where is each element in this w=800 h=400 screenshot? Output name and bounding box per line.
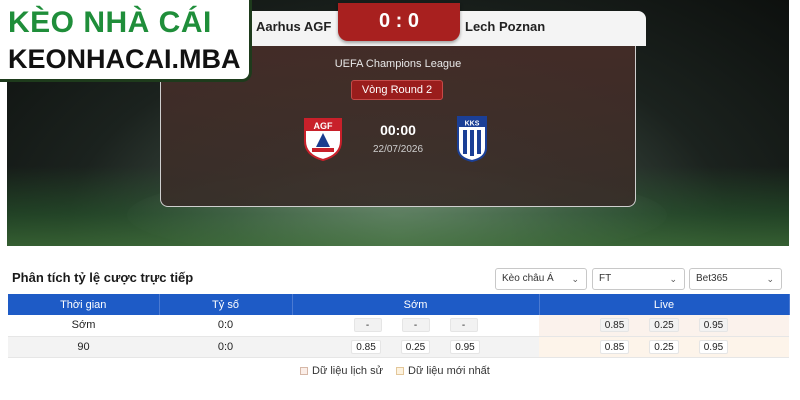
odds-type-select[interactable]: Kèo châu Á ⌄ [495,268,587,290]
row-score: 0:0 [159,336,292,358]
odds-value: 0.85 [351,339,381,354]
legend-latest: Dữ liệu mới nhất [396,365,490,377]
away-team-name[interactable]: Lech Poznan [465,19,585,34]
row-live-odds: 0.85 0.25 0.95 [539,315,789,337]
away-team-logo[interactable]: KKS [456,114,488,162]
match-date: 22/07/2026 [372,144,424,155]
bookmaker-select[interactable]: Bet365 ⌄ [689,268,782,290]
brand-title: KÈO NHÀ CÁI [8,6,212,39]
column-header-early: Sớm [292,294,540,315]
brand-domain: KEONHACAI.MBA [8,44,241,74]
page: Aarhus AGF 0 : 0 Lech Poznan UEFA Champi… [0,0,800,400]
home-team-name[interactable]: Aarhus AGF [256,19,336,34]
odds-value: - [401,318,430,333]
time-period-select[interactable]: FT ⌄ [592,268,685,290]
row-score: 0:0 [159,315,292,337]
row-time: Sớm [8,315,159,337]
kickoff-time: 00:00 [380,122,416,138]
column-header-live: Live [539,294,790,315]
brand-logo[interactable]: KÈO NHÀ CÁI KEONHACAI.MBA [0,0,252,82]
home-logo-text: AGF [314,121,334,131]
table-row: Sớm 0:0 - - - 0.85 0.25 0.95 [8,315,789,337]
away-logo-text: KKS [465,121,480,128]
odds-value: - [353,318,382,333]
odds-value: 0.25 [649,339,679,354]
table-header-row: Thời gian Tỷ số Sớm Live [8,294,790,315]
odds-value: - [449,318,478,333]
row-early-odds: --- [292,315,539,337]
odds-value: 0.95 [698,339,729,354]
legend-history-label: Dữ liệu lịch sử [312,365,383,377]
chevron-down-icon: ⌄ [766,274,774,284]
odds-section-title: Phân tích tỷ lệ cược trực tiếp [12,270,194,285]
row-early-odds: 0.85 0.25 0.95 [292,336,539,358]
table-row: 90 0:0 0.85 0.25 0.95 0.85 0.25 0.95 [8,336,789,358]
row-time: 90 [8,336,159,358]
row-live-odds: 0.85 0.25 0.95 [539,336,789,358]
odds-table: Thời gian Tỷ số Sớm Live Sớm 0:0 - - - 0.8… [8,294,790,358]
chevron-down-icon: ⌄ [571,274,579,284]
odds-type-value: Kèo châu Á [502,273,554,284]
data-legend: Dữ liệu lịch sử Dữ liệu mới nhất [300,365,500,377]
legend-history: Dữ liệu lịch sử [300,365,383,377]
column-header-time: Thời gian [8,294,160,315]
time-period-value: FT [599,273,612,284]
legend-swatch-latest [396,367,405,376]
odds-value: 0.85 [599,318,630,333]
home-team-logo[interactable]: AGF [302,115,344,161]
legend-latest-label: Dữ liệu mới nhất [408,365,490,377]
legend-swatch-history [300,367,308,376]
chevron-down-icon: ⌄ [669,274,677,284]
odds-value: 0.95 [698,318,729,333]
column-header-score: Tỷ số [159,294,293,315]
odds-value: 0.95 [450,339,480,354]
round-badge: Vòng Round 2 [351,80,443,100]
odds-value: 0.25 [649,318,679,333]
score-display: 0 : 0 [338,3,460,41]
bookmaker-value: Bet365 [696,273,728,284]
odds-value: 0.25 [400,339,431,354]
odds-value: 0.85 [599,339,630,354]
